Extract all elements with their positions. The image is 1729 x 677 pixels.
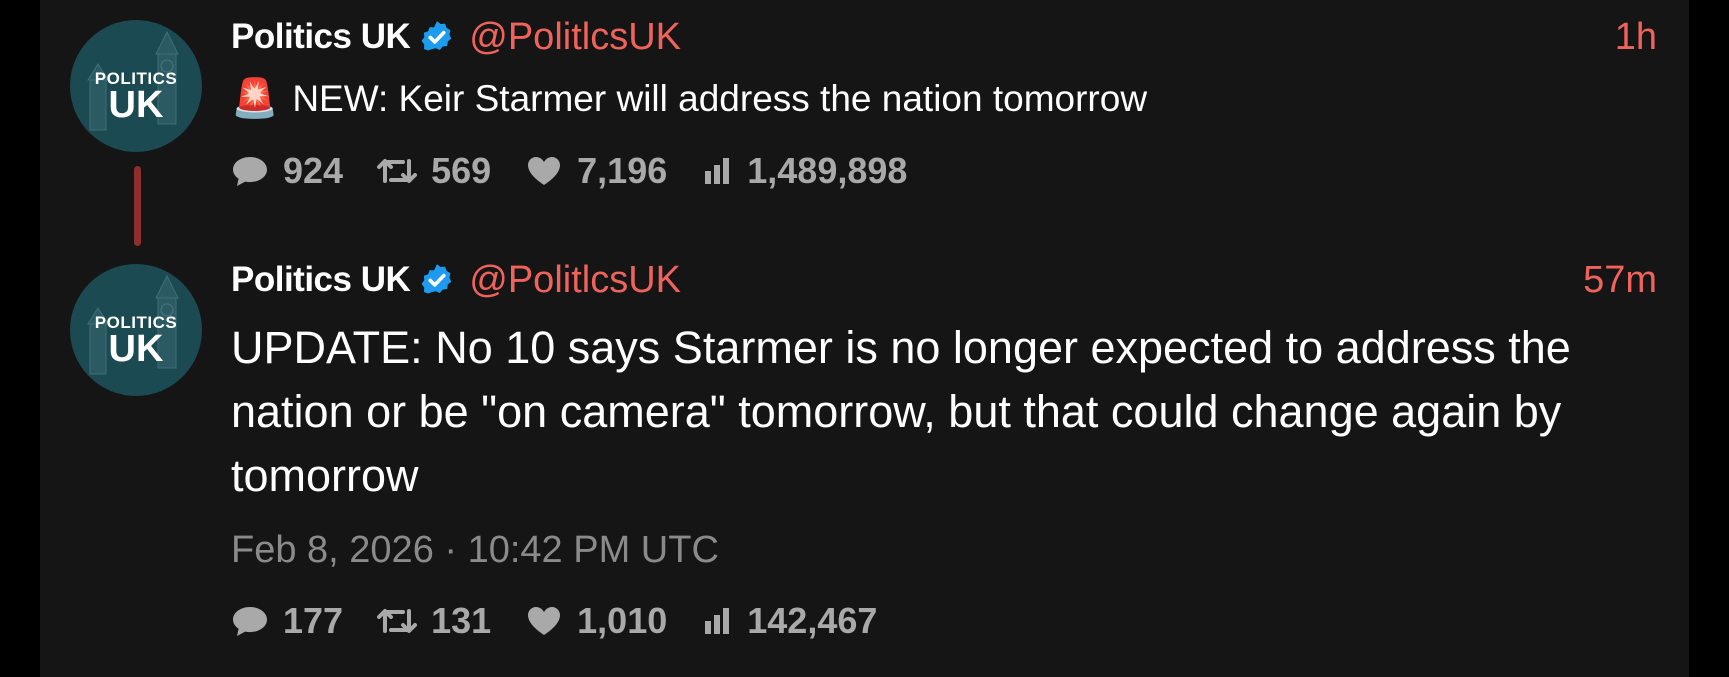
avatar-text-uk: UK [108,328,164,370]
speech-bubble-icon [233,607,267,636]
views-button[interactable]: 142,467 [701,600,877,642]
avatar[interactable]: POLITICS UK [70,20,202,152]
retweet-button[interactable]: 131 [377,600,491,642]
author-handle[interactable]: @PolitlcsUK [469,259,681,302]
tweet-text: UPDATE: No 10 says Starmer is no longer … [231,322,1571,501]
retweet-count: 569 [431,150,492,191]
tweet-time[interactable]: 57m [1583,259,1657,301]
tweet-text-content: NEW: Keir Starmer will address the natio… [292,78,1148,119]
heart-icon [528,607,561,635]
view-count: 1,489,898 [747,150,908,191]
speech-bubble-icon [233,157,267,186]
like-button[interactable]: 7,196 [525,150,667,192]
tweet-text: 🚨 NEW: Keir Starmer will address the nat… [231,74,1147,124]
avatar[interactable]: POLITICS UK [70,264,202,396]
reply-button[interactable]: 924 [231,150,343,192]
bar-chart-icon [705,608,730,634]
retweet-count: 131 [431,600,492,641]
thread-connector-line [134,166,141,246]
tweet-header: Politics UK @PolitlcsUK [231,259,681,301]
view-count: 142,467 [747,600,878,641]
reply-count: 924 [283,150,344,191]
tweet-timestamp[interactable]: Feb 8, 2026 · 10:42 PM UTC [231,525,719,575]
bar-chart-icon [705,158,730,184]
author-handle[interactable]: @PolitlcsUK [469,16,681,59]
verified-badge-icon [421,264,452,294]
author-name[interactable]: Politics UK [231,17,411,57]
reply-button[interactable]: 177 [231,600,343,642]
reply-count: 177 [283,600,344,641]
tweet-time[interactable]: 1h [1615,16,1657,58]
tweet-header: Politics UK @PolitlcsUK [231,16,681,58]
avatar-text-uk: UK [108,84,164,126]
rotating-light-icon: 🚨 [231,78,279,120]
tweet-stats: 924 569 7,196 1,489,898 [231,148,941,194]
tweet-stats: 177 131 1,010 142,467 [231,598,911,644]
retweet-button[interactable]: 569 [377,150,491,192]
verified-badge-icon [421,21,452,51]
retweet-icon [377,609,418,633]
like-button[interactable]: 1,010 [525,600,667,642]
retweet-icon [377,159,418,183]
author-name[interactable]: Politics UK [231,260,411,300]
views-button[interactable]: 1,489,898 [701,150,907,192]
heart-icon [528,157,561,185]
like-count: 1,010 [577,600,668,641]
like-count: 7,196 [577,150,668,191]
